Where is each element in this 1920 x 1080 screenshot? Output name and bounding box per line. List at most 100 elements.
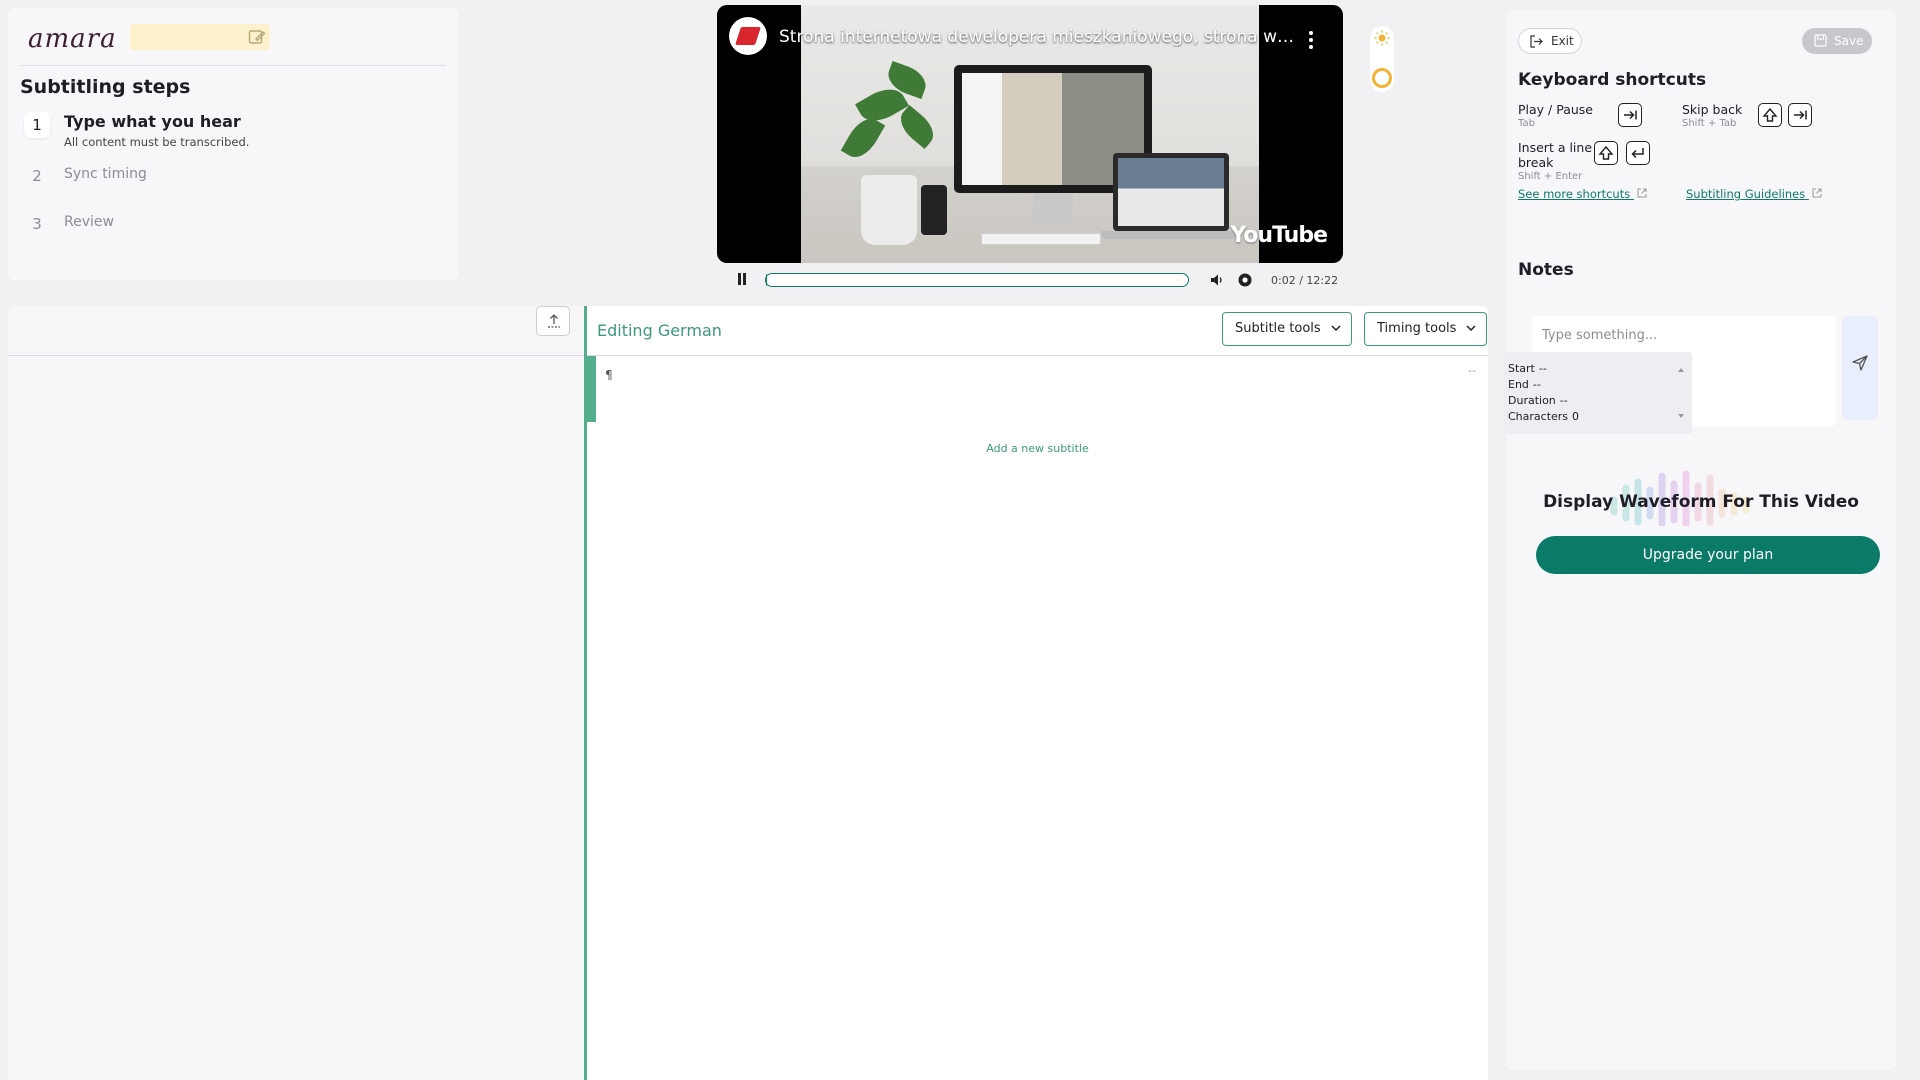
shortcut-label: Play / Pause <box>1518 102 1593 117</box>
amara-logo[interactable]: amara <box>28 24 117 54</box>
progress-bar[interactable] <box>765 273 1189 287</box>
channel-avatar[interactable] <box>729 17 767 55</box>
exit-button[interactable]: Exit <box>1518 28 1582 54</box>
subtitle-editor-panel: Editing German Subtitle tools Timing too… <box>584 306 1488 1080</box>
step-type-what-you-hear: 1 Type what you hear All content must be… <box>20 112 440 156</box>
shortcut-keys: Shift + Tab <box>1682 118 1737 129</box>
subtitle-tools-dropdown[interactable]: Subtitle tools <box>1222 312 1352 346</box>
subtitle-timing-popover: Start -- End -- Duration -- Characters 0 <box>1504 352 1692 434</box>
external-link-icon <box>1637 188 1647 198</box>
timing-characters-label: Characters <box>1508 410 1569 423</box>
subtitle-text-input[interactable]: ¶ <box>605 368 613 382</box>
link-label: See more shortcuts <box>1518 187 1631 201</box>
timing-tools-dropdown[interactable]: Timing tools <box>1364 312 1488 346</box>
enter-key-icon <box>1626 141 1650 165</box>
pause-icon[interactable] <box>735 272 749 286</box>
playback-speed-icon[interactable] <box>1237 272 1253 288</box>
subtitle-timing-value: -- <box>1468 364 1476 377</box>
send-icon <box>1852 355 1868 371</box>
subtitle-list-panel <box>8 306 584 1080</box>
shift-key-icon <box>1758 103 1782 127</box>
scroll-down-icon[interactable] <box>1678 414 1684 418</box>
shift-key-icon <box>1594 141 1618 165</box>
subtitle-list-header <box>8 306 584 356</box>
save-icon <box>1814 34 1827 47</box>
timing-end-label: End <box>1508 378 1529 391</box>
edit-icon[interactable] <box>248 28 266 46</box>
timing-start: Start -- <box>1508 362 1547 375</box>
step-label: Type what you hear <box>64 112 241 131</box>
shortcut-label: Insert a line break <box>1518 140 1593 170</box>
subtitle-tools-label: Subtitle tools <box>1235 321 1321 336</box>
shortcut-label: Skip back <box>1682 102 1743 117</box>
phone-illustration <box>921 185 947 235</box>
tab-key-icon <box>1788 103 1812 127</box>
upgrade-plan-button[interactable]: Upgrade your plan <box>1536 536 1880 574</box>
timing-start-label: Start <box>1508 362 1535 375</box>
external-link-icon <box>1812 188 1822 198</box>
notes-heading: Notes <box>1518 260 1574 280</box>
upload-icon <box>548 314 560 328</box>
volume-icon[interactable] <box>1209 272 1225 288</box>
see-more-shortcuts-link[interactable]: See more shortcuts <box>1518 187 1647 201</box>
upload-button[interactable] <box>536 306 570 336</box>
subtitling-guidelines-link[interactable]: Subtitling Guidelines <box>1686 187 1822 201</box>
step-label: Review <box>64 214 114 230</box>
link-label: Subtitling Guidelines <box>1686 187 1806 201</box>
editing-language-label: Editing German <box>597 321 722 340</box>
timing-characters-value: 0 <box>1572 410 1580 423</box>
video-title-field[interactable] <box>130 24 270 50</box>
step-review: 3 Review <box>20 211 440 237</box>
chevron-down-icon <box>1466 325 1476 331</box>
exit-label: Exit <box>1551 34 1574 48</box>
progress-fill <box>766 274 768 286</box>
time-display: 0:02 / 12:22 <box>1271 274 1339 287</box>
editor-header: Editing German Subtitle tools Timing too… <box>587 306 1488 356</box>
chevron-down-icon <box>1331 325 1341 331</box>
shortcut-play-pause: Play / Pause Tab <box>1518 102 1593 129</box>
plant-illustration <box>861 175 917 245</box>
timing-duration-label: Duration <box>1508 394 1556 407</box>
exit-icon <box>1530 35 1543 48</box>
waveform-heading: Display Waveform For This Video <box>1543 492 1859 512</box>
timing-characters: Characters 0 <box>1508 410 1579 423</box>
sun-icon[interactable] <box>1374 30 1390 46</box>
shortcut-keys: Tab <box>1518 118 1535 129</box>
timing-end-value: -- <box>1532 378 1541 391</box>
timing-duration-value: -- <box>1559 394 1568 407</box>
step-sync-timing: 2 Sync timing <box>20 163 440 189</box>
toggle-knob-icon[interactable] <box>1372 68 1392 88</box>
right-panel: Exit Save Keyboard shortcuts Play / Paus… <box>1506 10 1896 1070</box>
player-controls: 0:02 / 12:22 <box>717 266 1343 294</box>
step-description: All content must be transcribed. <box>64 135 250 149</box>
theme-toggle[interactable] <box>1370 26 1394 92</box>
laptop-illustration <box>1113 153 1229 231</box>
subtitle-row[interactable]: ¶ -- <box>587 356 1488 422</box>
step-label: Sync timing <box>64 166 147 182</box>
step-number: 2 <box>32 167 42 185</box>
tab-key-icon <box>1618 103 1642 127</box>
shortcut-keys: Shift + Enter <box>1518 171 1583 182</box>
active-subtitle-marker <box>587 356 596 422</box>
steps-panel: amara Subtitling steps 1 Type what you h… <box>8 8 458 280</box>
save-label: Save <box>1834 34 1864 48</box>
logo-row: amara <box>20 18 446 66</box>
shortcuts-heading: Keyboard shortcuts <box>1518 70 1707 90</box>
timing-duration: Duration -- <box>1508 394 1568 407</box>
step-number: 3 <box>32 215 42 233</box>
timing-tools-label: Timing tools <box>1377 321 1457 336</box>
send-note-button[interactable] <box>1842 316 1878 420</box>
scroll-up-icon[interactable] <box>1678 368 1684 372</box>
step-number: 1 <box>24 112 50 138</box>
timing-end: End -- <box>1508 378 1541 391</box>
video-title[interactable]: Strona internetowa dewelopera mieszkanio… <box>779 27 1299 47</box>
steps-heading: Subtitling steps <box>20 76 191 98</box>
shortcut-line-break: Insert a line break Shift + Enter <box>1518 140 1594 183</box>
more-options-icon[interactable] <box>1309 31 1313 49</box>
add-new-subtitle-link[interactable]: Add a new subtitle <box>587 442 1488 455</box>
save-button[interactable]: Save <box>1802 28 1872 54</box>
shortcut-skip-back: Skip back Shift + Tab <box>1682 102 1742 129</box>
video-player[interactable]: Strona internetowa dewelopera mieszkanio… <box>717 5 1343 263</box>
timing-start-value: -- <box>1538 362 1547 375</box>
youtube-logo[interactable]: YouTube <box>1230 223 1328 248</box>
